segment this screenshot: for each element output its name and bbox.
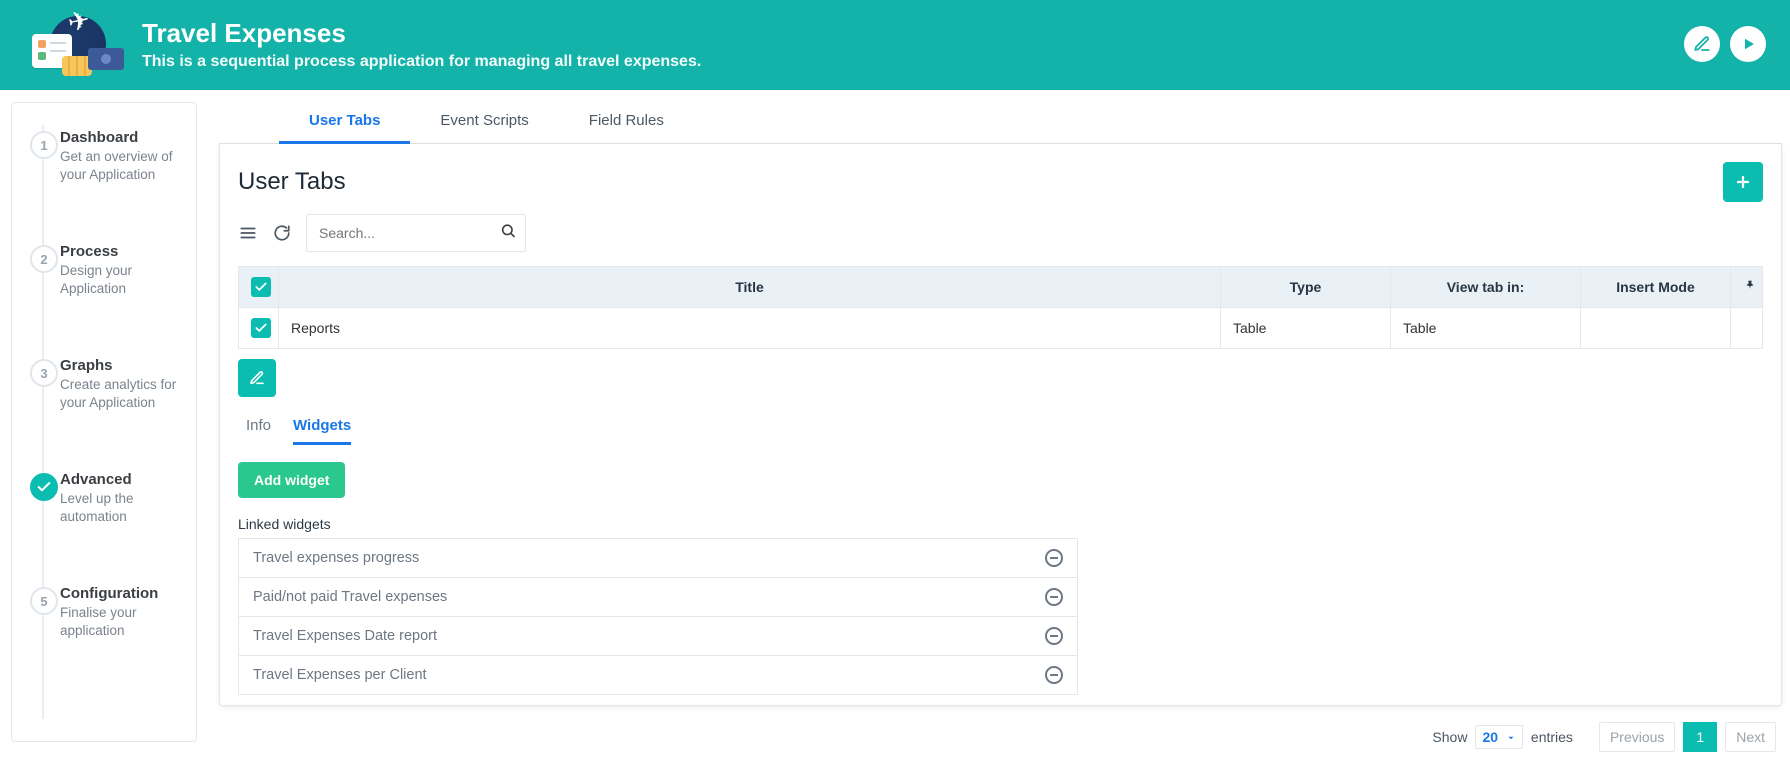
pager-next[interactable]: Next <box>1725 722 1776 752</box>
add-user-tab-button[interactable] <box>1723 162 1763 202</box>
user-tabs-table: Title Type View tab in: Insert Mode <box>238 266 1763 349</box>
widget-name: Travel Expenses Date report <box>253 628 437 644</box>
subtab-widgets[interactable]: Widgets <box>293 409 351 445</box>
pager-current: 1 <box>1683 722 1717 752</box>
step-number: 3 <box>30 359 58 387</box>
widget-name: Travel expenses progress <box>253 550 419 566</box>
user-tabs-panel: User Tabs <box>219 144 1782 706</box>
app-header: ✈ Travel Expenses This is a sequential p… <box>0 0 1790 90</box>
section-tabs: User Tabs Event Scripts Field Rules <box>219 100 1782 144</box>
col-view[interactable]: View tab in: <box>1391 267 1581 308</box>
sidebar-step-dashboard[interactable]: 1 Dashboard Get an overview of your Appl… <box>22 129 192 183</box>
detail-subtabs: Info Widgets <box>238 409 1763 446</box>
pager-prev[interactable]: Previous <box>1599 722 1675 752</box>
select-all-header[interactable] <box>239 267 279 308</box>
remove-widget-icon[interactable] <box>1045 627 1063 645</box>
menu-icon[interactable] <box>238 223 258 243</box>
tab-user-tabs[interactable]: User Tabs <box>279 100 410 144</box>
sidebar-step-advanced[interactable]: Advanced Level up the automation <box>22 471 192 525</box>
cell-insert <box>1581 308 1731 349</box>
cell-view: Table <box>1391 308 1581 349</box>
page-size-select[interactable]: 20 <box>1475 725 1522 749</box>
wizard-sidebar: 1 Dashboard Get an overview of your Appl… <box>11 102 197 742</box>
step-desc: Create analytics for your Application <box>60 376 190 411</box>
app-subtitle: This is a sequential process application… <box>142 53 1666 71</box>
search-input-wrap <box>306 214 526 252</box>
col-pin-icon[interactable] <box>1731 267 1763 308</box>
refresh-icon[interactable] <box>272 223 292 243</box>
step-number: 1 <box>30 131 58 159</box>
app-logo: ✈ <box>24 12 124 76</box>
list-item[interactable]: Paid/not paid Travel expenses <box>238 578 1078 617</box>
step-check-icon <box>30 473 58 501</box>
main-content: User Tabs Event Scripts Field Rules User… <box>219 100 1782 752</box>
step-title: Graphs <box>60 357 192 374</box>
widget-name: Travel Expenses per Client <box>253 667 427 683</box>
cell-type: Table <box>1221 308 1391 349</box>
step-title: Configuration <box>60 585 192 602</box>
row-checkbox[interactable] <box>251 318 271 338</box>
subtab-info[interactable]: Info <box>246 409 271 445</box>
step-number: 5 <box>30 587 58 615</box>
linked-widgets-title: Linked widgets <box>238 516 1763 532</box>
panel-title: User Tabs <box>238 168 346 196</box>
remove-widget-icon[interactable] <box>1045 549 1063 567</box>
run-app-button[interactable] <box>1730 26 1766 62</box>
step-desc: Design your Application <box>60 262 190 297</box>
step-title: Advanced <box>60 471 192 488</box>
add-widget-button[interactable]: Add widget <box>238 462 345 498</box>
sidebar-step-configuration[interactable]: 5 Configuration Finalise your applicatio… <box>22 585 192 639</box>
step-number: 2 <box>30 245 58 273</box>
search-input[interactable] <box>306 214 526 252</box>
step-title: Process <box>60 243 192 260</box>
table-pagination: Show 20 entries Previous 1 Next <box>219 722 1776 752</box>
col-type[interactable]: Type <box>1221 267 1391 308</box>
table-row[interactable]: Reports Table Table <box>239 308 1763 349</box>
step-desc: Finalise your application <box>60 604 190 639</box>
remove-widget-icon[interactable] <box>1045 666 1063 684</box>
edit-app-button[interactable] <box>1684 26 1720 62</box>
col-title[interactable]: Title <box>279 267 1221 308</box>
tab-field-rules[interactable]: Field Rules <box>559 100 694 143</box>
cell-title: Reports <box>279 308 1221 349</box>
table-toolbar <box>238 214 1763 252</box>
col-insert-mode[interactable]: Insert Mode <box>1581 267 1731 308</box>
header-actions <box>1684 26 1766 62</box>
linked-widgets-list: Travel expenses progress Paid/not paid T… <box>238 538 1078 695</box>
step-title: Dashboard <box>60 129 192 146</box>
sidebar-step-graphs[interactable]: 3 Graphs Create analytics for your Appli… <box>22 357 192 411</box>
list-item[interactable]: Travel expenses progress <box>238 538 1078 578</box>
pager-show-label: Show <box>1432 729 1467 745</box>
pager-entries-label: entries <box>1531 729 1573 745</box>
list-item[interactable]: Travel Expenses Date report <box>238 617 1078 656</box>
step-desc: Level up the automation <box>60 490 190 525</box>
tab-event-scripts[interactable]: Event Scripts <box>410 100 558 143</box>
list-item[interactable]: Travel Expenses per Client <box>238 656 1078 695</box>
remove-widget-icon[interactable] <box>1045 588 1063 606</box>
edit-row-button[interactable] <box>238 359 276 397</box>
app-title: Travel Expenses <box>142 18 1666 49</box>
sidebar-step-process[interactable]: 2 Process Design your Application <box>22 243 192 297</box>
widget-name: Paid/not paid Travel expenses <box>253 589 447 605</box>
step-desc: Get an overview of your Application <box>60 148 190 183</box>
search-icon[interactable] <box>500 223 516 244</box>
